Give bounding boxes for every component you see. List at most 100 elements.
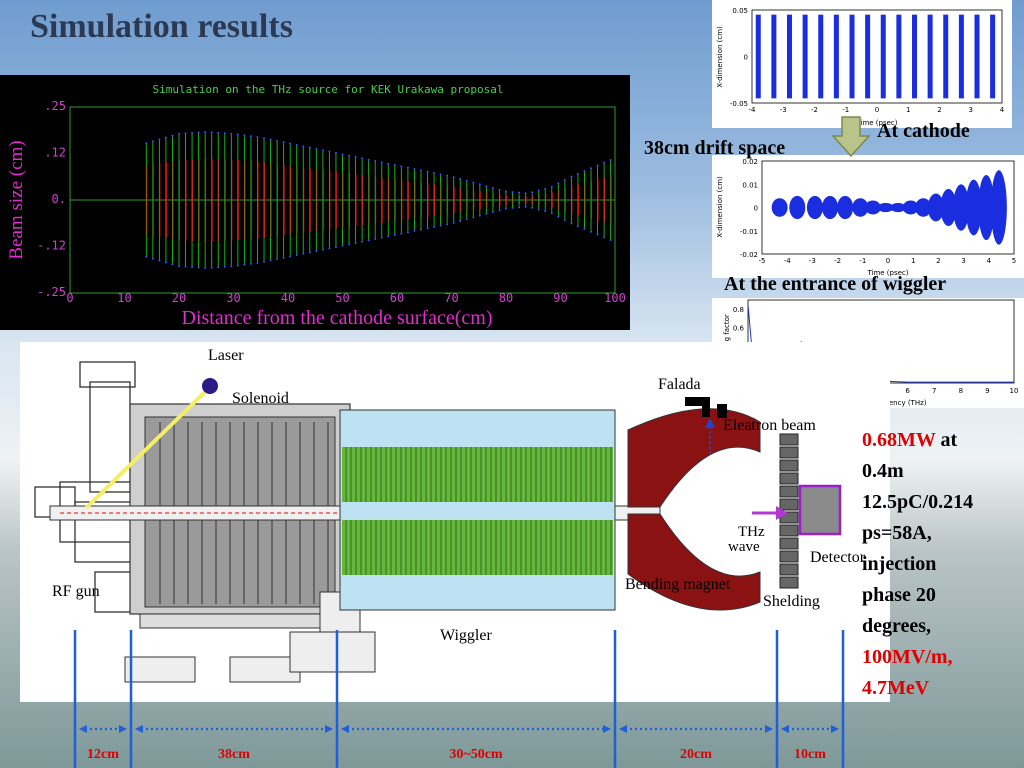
y-tick-label: -0.05 xyxy=(730,100,748,108)
beam-edge-point xyxy=(498,188,501,191)
y-tick-label: 0.8 xyxy=(733,306,744,314)
param-line-5: injection xyxy=(862,553,937,575)
beam-edge-point xyxy=(348,243,351,246)
beam-edge-point xyxy=(256,136,259,139)
beam-edge-point xyxy=(361,240,364,243)
wave-label: wave xyxy=(728,539,760,555)
beam-edge-point xyxy=(243,134,246,137)
beam-edge-point xyxy=(197,131,200,134)
beam-edge-point xyxy=(596,164,599,167)
beam-edge-point xyxy=(315,148,318,151)
beam-edge-point xyxy=(308,146,311,149)
x-tick-label: 1 xyxy=(911,257,915,265)
cathode-bunch xyxy=(818,14,824,99)
beam-edge-point xyxy=(505,190,507,193)
param-line-4: ps=58A, xyxy=(862,522,932,544)
rf-gun xyxy=(34,361,141,613)
x-tick-label: 0 xyxy=(875,106,879,114)
cathode-bunch xyxy=(880,14,886,99)
beam-edge-point xyxy=(367,239,370,242)
beam-edge-point xyxy=(419,228,422,231)
arrow-right-icon xyxy=(325,725,333,733)
solenoid-label: Solenoid xyxy=(232,390,289,407)
y-tick-label: 0.05 xyxy=(732,7,748,15)
beam-edge-point xyxy=(145,255,148,258)
arrow-right-icon xyxy=(603,725,611,733)
beam-edge-point xyxy=(590,167,593,170)
wiggler-bunch xyxy=(822,195,839,220)
beam-edge-point xyxy=(426,170,429,173)
beam-edge-point xyxy=(439,224,442,227)
wiggler-marks xyxy=(771,170,1007,245)
beam-edge-point xyxy=(178,132,180,135)
beam-edge-point xyxy=(210,266,213,269)
x-tick-label: -2 xyxy=(834,257,841,265)
drift-space-label: 38cm drift space xyxy=(644,137,786,159)
beam-edge-point xyxy=(478,183,481,186)
beam-edge-point xyxy=(459,178,462,181)
beam-edge-point xyxy=(243,263,246,266)
beam-edge-point xyxy=(236,264,239,267)
beam-edge-point xyxy=(576,172,579,175)
dimension-label: 12cm xyxy=(87,747,119,762)
beam-edge-point xyxy=(223,132,226,135)
x-tick-label: -4 xyxy=(749,106,757,114)
dimension-markers: 12cm 38cm 30~50cm 20cm 10cm xyxy=(73,630,845,768)
beam-edge-point xyxy=(204,131,207,134)
beam-edge-point xyxy=(485,185,488,188)
cathode-x-ticks: -4 -3 -2 -1 0 1 2 3 4 xyxy=(749,106,1005,114)
x-tick-label: -3 xyxy=(809,257,816,265)
beam-edge-point xyxy=(164,261,167,264)
beam-edge-point xyxy=(557,182,560,185)
y-tick-label: 0.6 xyxy=(733,325,745,333)
beam-edge-point xyxy=(263,260,266,263)
beam-edge-point xyxy=(367,158,370,161)
electron-beam-label: Eleatron beam xyxy=(723,417,816,434)
y-tick-label: .25 xyxy=(44,99,66,113)
cathode-bunch xyxy=(849,14,855,99)
beam-edge-point xyxy=(426,227,429,230)
beam-edge-point xyxy=(544,210,547,213)
cathode-distribution-plot: 0.05 0 -0.05 -4 -3 -2 -1 0 1 2 3 4 X-dimension (cm… xyxy=(712,0,1012,128)
beam-edge-point xyxy=(485,212,488,215)
y-tick-label: 0 xyxy=(754,205,758,213)
beam-edge-point xyxy=(465,179,468,182)
x-tick-label: -2 xyxy=(811,106,818,114)
x-tick-label: 60 xyxy=(390,291,404,305)
x-tick-label: 0 xyxy=(886,257,890,265)
wiggler-ylabel: X-dimension (cm) xyxy=(716,176,724,238)
power-at: at xyxy=(935,429,958,451)
cathode-bunch xyxy=(865,14,871,99)
beam-edge-point xyxy=(230,265,233,268)
beam-edge-point xyxy=(217,266,220,269)
x-tick-label: 3 xyxy=(969,106,973,114)
beam-edge-point xyxy=(596,233,599,236)
beam-edge-point xyxy=(334,245,337,248)
detector xyxy=(798,484,842,536)
rf-gun-label: RF gun xyxy=(52,583,100,600)
beam-edge-point xyxy=(570,222,573,225)
x-tick-label: 10 xyxy=(117,291,131,305)
beam-edge-point xyxy=(393,233,396,236)
beam-edge-point xyxy=(419,169,422,172)
x-tick-label: -1 xyxy=(859,257,866,265)
param-line-2: 0.4m xyxy=(862,460,904,482)
beam-edge-point xyxy=(400,165,403,168)
x-tick-label: 3 xyxy=(961,257,965,265)
at-cathode-label: At cathode xyxy=(877,120,970,142)
y-tick-label: 0.01 xyxy=(742,181,758,189)
cathode-bunch xyxy=(912,14,917,99)
arrow-left-icon xyxy=(781,725,789,733)
beam-edge-point xyxy=(217,131,220,134)
x-tick-label: 4 xyxy=(1000,106,1005,114)
x-tick-label: 2 xyxy=(937,106,941,114)
laser-label: Laser xyxy=(208,347,244,364)
beam-edge-point xyxy=(223,265,226,268)
dimension-label: 10cm xyxy=(794,747,826,762)
beam-size-plot: Simulation on the THz source for KEK Ura… xyxy=(0,75,630,330)
x-tick-label: 90 xyxy=(553,291,567,305)
beam-edge-point xyxy=(531,206,534,209)
beam-edge-point xyxy=(511,206,514,209)
param-line-6: phase 20 xyxy=(862,584,936,606)
dimension-label: 30~50cm xyxy=(449,747,502,762)
